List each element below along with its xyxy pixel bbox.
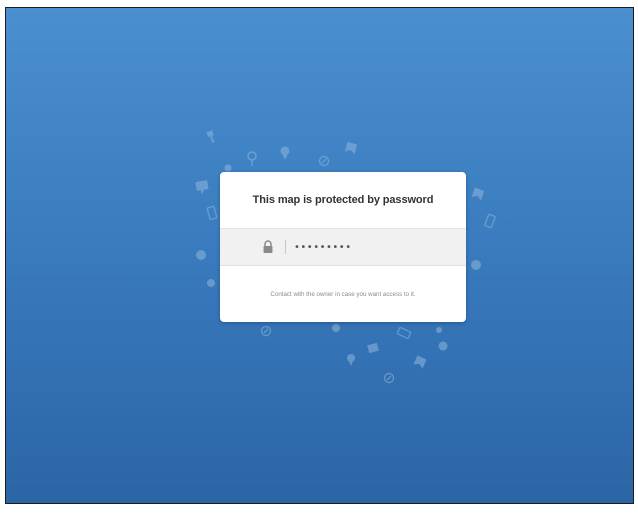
password-input[interactable] [294,241,444,253]
speech-bubble-icon [195,180,209,195]
chat-icon [438,341,448,351]
bookmark-icon [471,187,485,201]
compass-icon [383,372,395,384]
pushpin-icon [206,130,215,143]
dialog-title: This map is protected by password [252,194,434,206]
map-pin-icon [247,151,257,166]
phone-icon [206,205,218,221]
map-viewport: This map is protected by password Contac… [5,7,634,504]
speech-bubble-icon [436,327,442,333]
field-separator [285,240,286,254]
password-field[interactable] [220,228,466,266]
speech-bubble-icon [207,279,215,287]
map-pin-icon [347,354,355,366]
phone-icon [484,213,496,229]
bookmark-icon [367,342,379,354]
phone-icon [396,326,412,340]
map-pin-icon [280,146,290,160]
lock-icon [262,240,274,254]
speech-bubble-icon [332,324,340,332]
compass-icon [260,325,272,337]
bookmark-icon [344,141,358,155]
dialog-help-text: Contact with the owner in case you want … [270,290,416,298]
password-dialog: This map is protected by password Contac… [220,172,466,322]
chat-icon [224,164,232,172]
chat-icon [471,260,481,270]
bookmark-icon [413,355,427,369]
compass-icon [318,155,330,167]
chat-icon [196,250,206,260]
window-frame: This map is protected by password Contac… [0,0,638,529]
